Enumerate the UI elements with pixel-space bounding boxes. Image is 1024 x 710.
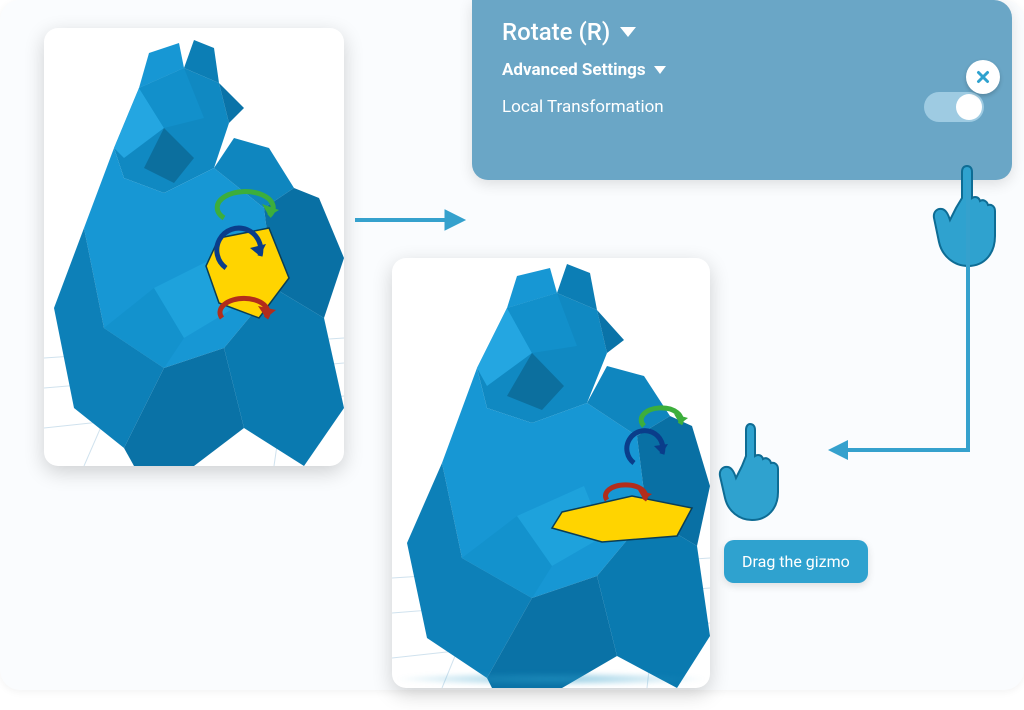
close-icon bbox=[974, 68, 992, 86]
advanced-settings-toggle[interactable]: Advanced Settings bbox=[502, 60, 990, 80]
model-viewport-before[interactable] bbox=[44, 28, 344, 466]
flow-arrow-icon bbox=[350, 200, 470, 240]
local-transformation-row: Local Transformation bbox=[502, 92, 990, 122]
shadow-decoration bbox=[394, 672, 708, 686]
close-button[interactable] bbox=[966, 60, 1000, 94]
local-transformation-toggle[interactable] bbox=[924, 92, 984, 122]
caret-down-icon bbox=[654, 66, 666, 74]
option-label: Local Transformation bbox=[502, 97, 664, 117]
panel-title-dropdown[interactable]: Rotate (R) bbox=[502, 18, 990, 46]
tutorial-card: Rotate (R) Advanced Settings Local Trans… bbox=[0, 0, 1024, 690]
caret-down-icon bbox=[620, 27, 636, 37]
hand-pointer-icon bbox=[710, 418, 790, 528]
toggle-knob bbox=[956, 94, 982, 120]
rotate-settings-panel: Rotate (R) Advanced Settings Local Trans… bbox=[472, 0, 1012, 180]
model-viewport-after[interactable] bbox=[392, 258, 710, 688]
instruction-tooltip: Drag the gizmo bbox=[724, 540, 868, 583]
tooltip-text: Drag the gizmo bbox=[742, 552, 850, 571]
flow-arrow-icon bbox=[713, 170, 1003, 480]
panel-title: Rotate (R) bbox=[502, 18, 610, 46]
section-label: Advanced Settings bbox=[502, 60, 646, 80]
